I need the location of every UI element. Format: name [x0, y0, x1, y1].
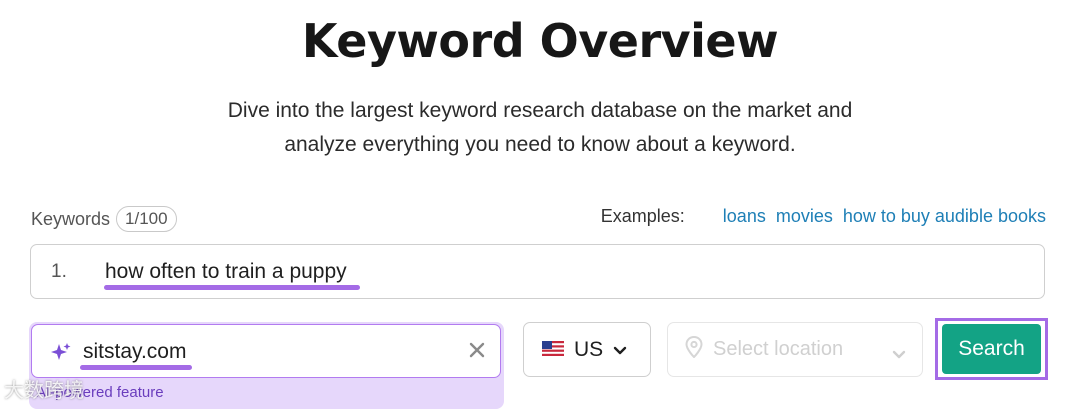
- location-pin-icon: [685, 335, 703, 364]
- examples-group: Examples: loans movies how to buy audibl…: [601, 206, 1046, 227]
- page-title: Keyword Overview: [301, 14, 779, 68]
- keywords-input[interactable]: 1. how often to train a puppy: [30, 244, 1045, 299]
- location-placeholder: Select location: [713, 338, 844, 360]
- subtitle-line-2: analyze everything you need to know abou…: [284, 133, 796, 156]
- keywords-label-group: Keywords 1/100: [31, 206, 177, 232]
- subtitle-line-1: Dive into the largest keyword research d…: [227, 99, 853, 122]
- chevron-down-icon: [613, 338, 627, 362]
- keyword-highlight-underline: [104, 285, 360, 290]
- chevron-down-icon: [892, 343, 906, 366]
- example-link-audible-books[interactable]: how to buy audible books: [843, 206, 1046, 227]
- domain-highlight-underline: [80, 365, 192, 370]
- search-button[interactable]: Search: [942, 324, 1041, 374]
- domain-input[interactable]: sitstay.com: [31, 324, 501, 378]
- sparkle-icon: [50, 342, 72, 369]
- page-subtitle: Dive into the largest keyword research d…: [0, 94, 1080, 162]
- watermark-logo: 大数跨境: [4, 380, 84, 402]
- domain-input-value: sitstay.com: [83, 340, 187, 363]
- keyword-row-text[interactable]: how often to train a puppy: [105, 260, 347, 284]
- keywords-label: Keywords: [31, 208, 111, 229]
- domain-field-container: sitstay.com AI-powered feature: [29, 322, 504, 409]
- example-link-movies[interactable]: movies: [776, 206, 833, 227]
- keywords-counter-badge: 1/100: [116, 206, 177, 232]
- country-select[interactable]: US: [523, 322, 651, 377]
- location-select[interactable]: Select location: [667, 322, 923, 377]
- keyword-row-number: 1.: [51, 261, 67, 282]
- us-flag-icon: [542, 338, 564, 362]
- clear-icon[interactable]: [468, 341, 486, 364]
- example-link-loans[interactable]: loans: [723, 206, 766, 227]
- examples-label: Examples:: [600, 206, 685, 226]
- country-select-value: US: [574, 337, 604, 361]
